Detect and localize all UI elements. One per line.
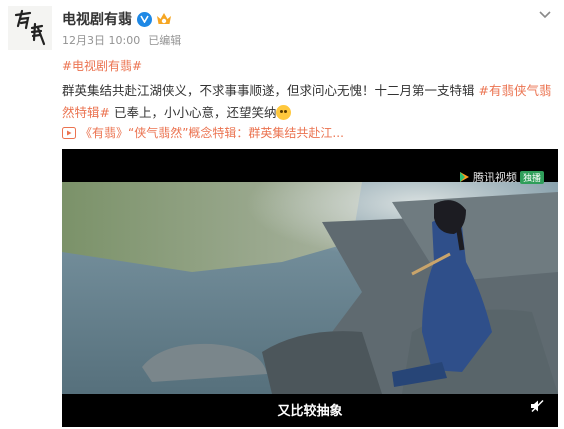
video-link-text: 《有翡》“侠气翡然”概念特辑：群英集结共赴江... <box>80 126 344 140</box>
watermark-badge: 独播 <box>519 170 544 184</box>
author-name[interactable]: 电视剧有翡 <box>62 9 132 29</box>
video-watermark: 腾讯视频 独播 <box>458 169 544 185</box>
tencent-video-icon <box>459 172 469 182</box>
post-timestamp[interactable]: 12月3日 10:00 <box>62 32 140 48</box>
emoji-icon <box>276 105 292 120</box>
video-link[interactable]: 《有翡》“侠气翡然”概念特辑：群英集结共赴江... <box>62 124 344 141</box>
video-link-icon <box>62 126 76 139</box>
video-frame <box>62 182 558 394</box>
watermark-text: 腾讯视频 <box>472 171 517 184</box>
video-player[interactable]: 腾讯视频 独播 又比较抽象 <box>62 149 558 427</box>
video-subtitle: 又比较抽象 <box>277 404 343 419</box>
avatar[interactable] <box>8 6 52 50</box>
verified-v-icon <box>137 11 152 27</box>
member-crown-icon <box>157 13 171 24</box>
author-row: 电视剧有翡 <box>62 8 173 30</box>
topic-hashtag[interactable]: #电视剧有翡# <box>62 57 142 74</box>
chevron-down-icon[interactable] <box>538 10 552 20</box>
post-body-part2: 已奉上，小小心意，还望笑纳 <box>109 105 277 120</box>
post-meta: 12月3日 10:00 已编辑 <box>62 32 181 48</box>
post-body: 群英集结共赴江湖侠义，不求事事顺遂，但求问心无愧！十二月第一支特辑 #有翡侠气翡… <box>62 80 552 124</box>
edited-label: 已编辑 <box>148 34 182 47</box>
mute-icon[interactable] <box>530 399 544 413</box>
avatar-calligraphy <box>8 6 52 50</box>
post-body-part1: 群英集结共赴江湖侠义，不求事事顺遂，但求问心无愧！十二月第一支特辑 <box>62 83 479 98</box>
